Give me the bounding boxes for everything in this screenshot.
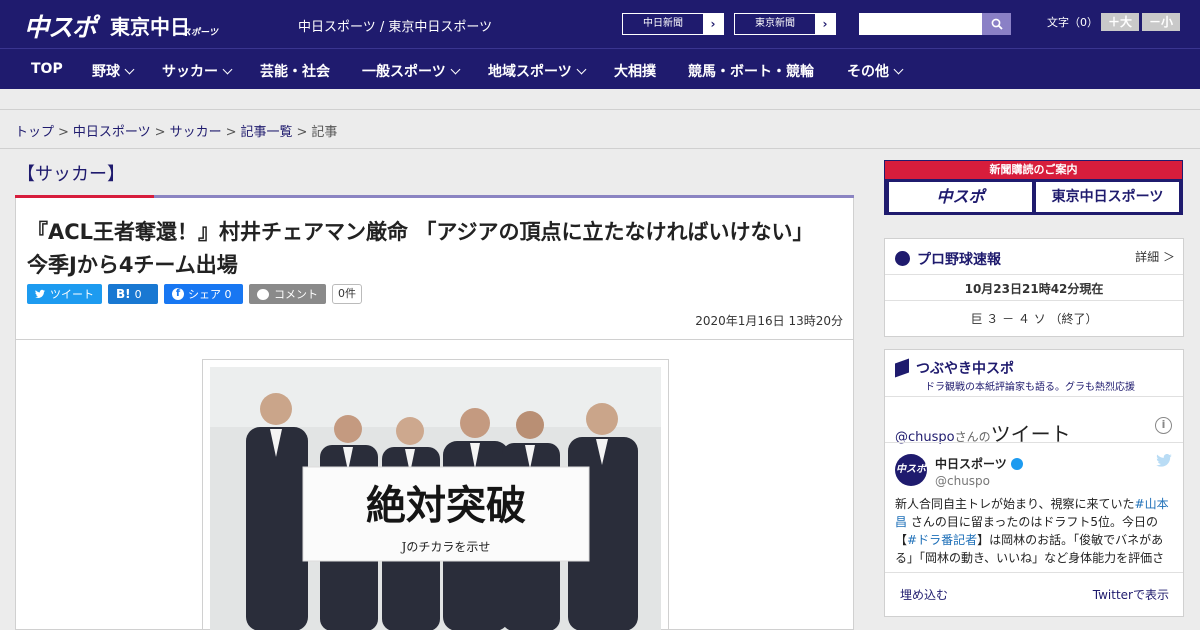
tweet-hashtag[interactable]: #ドラ番記者 <box>907 533 977 547</box>
site-name: 中日スポーツ / 東京中日スポーツ <box>298 20 493 35</box>
tweet-body: 新人合同自主トレが始まり、視察に来ていた#山本昌 さんの目に留まったのはドラフト… <box>895 497 1169 565</box>
main-nav: TOP 野球 サッカー 芸能・社会 一般スポーツ 地域スポーツ 大相撲 競馬・ボ… <box>0 48 1200 89</box>
twitter-widget-title: つぶやき中スポ <box>895 358 1014 378</box>
info-icon[interactable]: i <box>1155 417 1172 434</box>
font-size-label: 文字（0） <box>1047 16 1098 29</box>
twitter-widget-subtitle: ドラ観戦の本紙評論家も語る。グラも熱烈応援 <box>925 382 1135 393</box>
twitter-bird-icon[interactable] <box>1156 453 1172 471</box>
embed-link[interactable]: 埋め込む <box>900 586 948 603</box>
nav-label: サッカー <box>162 64 218 80</box>
search-icon <box>991 18 1003 30</box>
chevron-right-icon: › <box>710 17 716 31</box>
breadcrumb: トップ > 中日スポーツ > サッカー > 記事一覧 > 記事 <box>15 125 338 140</box>
tokyo-shimbun-link[interactable]: 東京新聞 › <box>734 13 836 35</box>
chunichi-shimbun-link[interactable]: 中日新聞 › <box>622 13 724 35</box>
subscription-tokyo-logo: 東京中日スポーツ <box>1036 182 1179 212</box>
share-buttons: ツイート B! 0 f シェア 0 コメント 0件 <box>27 284 362 304</box>
font-size-down-button[interactable]: －小 <box>1142 13 1180 31</box>
nav-item-other[interactable]: その他 <box>847 61 904 81</box>
nav-item-local-sports[interactable]: 地域スポーツ <box>488 61 587 81</box>
baseball-detail-link[interactable]: 詳細 ＞ <box>1135 248 1175 265</box>
nav-label: 芸能・社会 <box>260 64 330 80</box>
nav-label: 地域スポーツ <box>488 64 572 80</box>
hatena-bookmark-button[interactable]: B! 0 <box>108 284 158 304</box>
article-photo-frame: 絶対突破 Jのチカラを示せ <box>202 359 669 630</box>
tweet-author-handle[interactable]: @chuspo <box>935 474 990 488</box>
breadcrumb-current: 記事 <box>311 125 338 140</box>
verified-badge-icon <box>1010 458 1023 470</box>
baseball-updated-time: 10月23日21時42分現在 <box>964 282 1104 296</box>
breadcrumb-top[interactable]: トップ <box>15 125 54 140</box>
font-size-up-button[interactable]: ＋大 <box>1101 13 1139 31</box>
paper-link-label: 中日新聞 <box>623 14 703 34</box>
subscription-banner-title: 新聞購読のご案内 <box>885 161 1182 179</box>
twitter-bird-icon <box>35 289 45 298</box>
top-header: 中スポ 東京中日 スポーツ 中日スポーツ / 東京中日スポーツ 中日新聞 › 東… <box>0 0 1200 48</box>
article-container: 『ACL王者奪還！』村井チェアマン厳命 「アジアの頂点に立たなければいけない」今… <box>15 198 854 630</box>
hatena-count: 0 <box>134 287 142 301</box>
comment-label: コメント <box>274 288 318 301</box>
baseball-icon <box>895 251 910 266</box>
breadcrumb-soccer[interactable]: サッカー <box>170 125 222 140</box>
speech-bubble-icon <box>257 288 269 300</box>
chevron-down-icon <box>893 64 904 75</box>
nav-item-sumo[interactable]: 大相撲 <box>614 61 656 81</box>
nav-item-baseball[interactable]: 野球 <box>92 61 135 81</box>
facebook-share-button[interactable]: f シェア 0 <box>164 284 243 304</box>
article-category: 【サッカー】 <box>17 164 125 185</box>
avatar[interactable]: 中スポ <box>895 454 927 486</box>
nav-item-entertainment[interactable]: 芸能・社会 <box>260 61 330 81</box>
hatena-icon: B! <box>116 287 131 301</box>
baseball-widget-title: プロ野球速報 <box>895 249 1001 269</box>
facebook-icon: f <box>172 288 184 300</box>
subscription-banner[interactable]: 新聞購読のご案内 中スポ 東京中日スポーツ <box>884 160 1183 215</box>
breadcrumb-article-list[interactable]: 記事一覧 <box>241 125 293 140</box>
press-conference-photo: 絶対突破 Jのチカラを示せ <box>210 367 661 630</box>
nav-item-general-sports[interactable]: 一般スポーツ <box>362 61 461 81</box>
comment-count: 0件 <box>332 284 362 304</box>
megaphone-icon <box>895 358 909 378</box>
article-headline: 『ACL王者奪還！』村井チェアマン厳命 「アジアの頂点に立たなければいけない」今… <box>27 220 814 277</box>
paper-link-label: 東京新聞 <box>735 14 815 34</box>
nav-label: その他 <box>847 64 889 80</box>
nav-label: 野球 <box>92 64 120 80</box>
tweet-author-name[interactable]: 中日スポーツ <box>935 455 1023 472</box>
article-photo[interactable]: 絶対突破 Jのチカラを示せ <box>210 367 661 630</box>
search-button[interactable] <box>982 13 1011 35</box>
article-divider <box>16 339 853 340</box>
tokyo-chunichi-logo[interactable]: 東京中日 <box>110 11 190 40</box>
nav-item-soccer[interactable]: サッカー <box>162 61 233 81</box>
facebook-share-count: 0 <box>224 287 232 301</box>
nav-label: 大相撲 <box>614 64 656 80</box>
nav-label: TOP <box>31 61 63 77</box>
subscription-chuspo-logo: 中スポ <box>889 182 1032 212</box>
nav-item-top[interactable]: TOP <box>31 61 63 77</box>
nav-item-racing[interactable]: 競馬・ボート・競輪 <box>688 61 814 81</box>
nav-label: 一般スポーツ <box>362 64 446 80</box>
tweet-button[interactable]: ツイート <box>27 284 102 304</box>
chevron-down-icon <box>222 64 233 75</box>
search-input[interactable] <box>859 13 983 35</box>
chevron-right-icon: › <box>822 17 828 31</box>
tweet-label: ツイート <box>50 288 94 301</box>
banner-calligraphy: 絶対突破 <box>366 482 526 529</box>
breadcrumb-divider <box>0 148 1200 149</box>
baseball-score[interactable]: 巨 ３ － ４ ソ （終了） <box>885 310 1183 327</box>
nav-label: 競馬・ボート・競輪 <box>688 64 814 80</box>
baseball-score-widget: プロ野球速報 詳細 ＞ 10月23日21時42分現在 巨 ３ － ４ ソ （終了… <box>884 238 1184 337</box>
view-on-twitter-link[interactable]: Twitterで表示 <box>1093 586 1169 603</box>
article-date: 2020年1月16日 13時20分 <box>695 314 843 328</box>
comment-button[interactable]: コメント <box>249 284 326 304</box>
chevron-down-icon <box>576 64 587 75</box>
sub-nav-strip <box>0 89 1200 110</box>
facebook-share-label: シェア <box>188 288 221 301</box>
breadcrumb-chunichi-sports[interactable]: 中日スポーツ <box>73 125 151 140</box>
chuspo-logo[interactable]: 中スポ <box>24 8 97 44</box>
banner-caption: Jのチカラを示せ <box>400 540 491 554</box>
chevron-down-icon <box>124 64 135 75</box>
tokyo-chunichi-logo-sub: スポーツ <box>182 28 218 38</box>
twitter-widget: つぶやき中スポ ドラ観戦の本紙評論家も語る。グラも熱烈応援 @chuspoさんの… <box>884 349 1184 617</box>
chevron-down-icon <box>450 64 461 75</box>
